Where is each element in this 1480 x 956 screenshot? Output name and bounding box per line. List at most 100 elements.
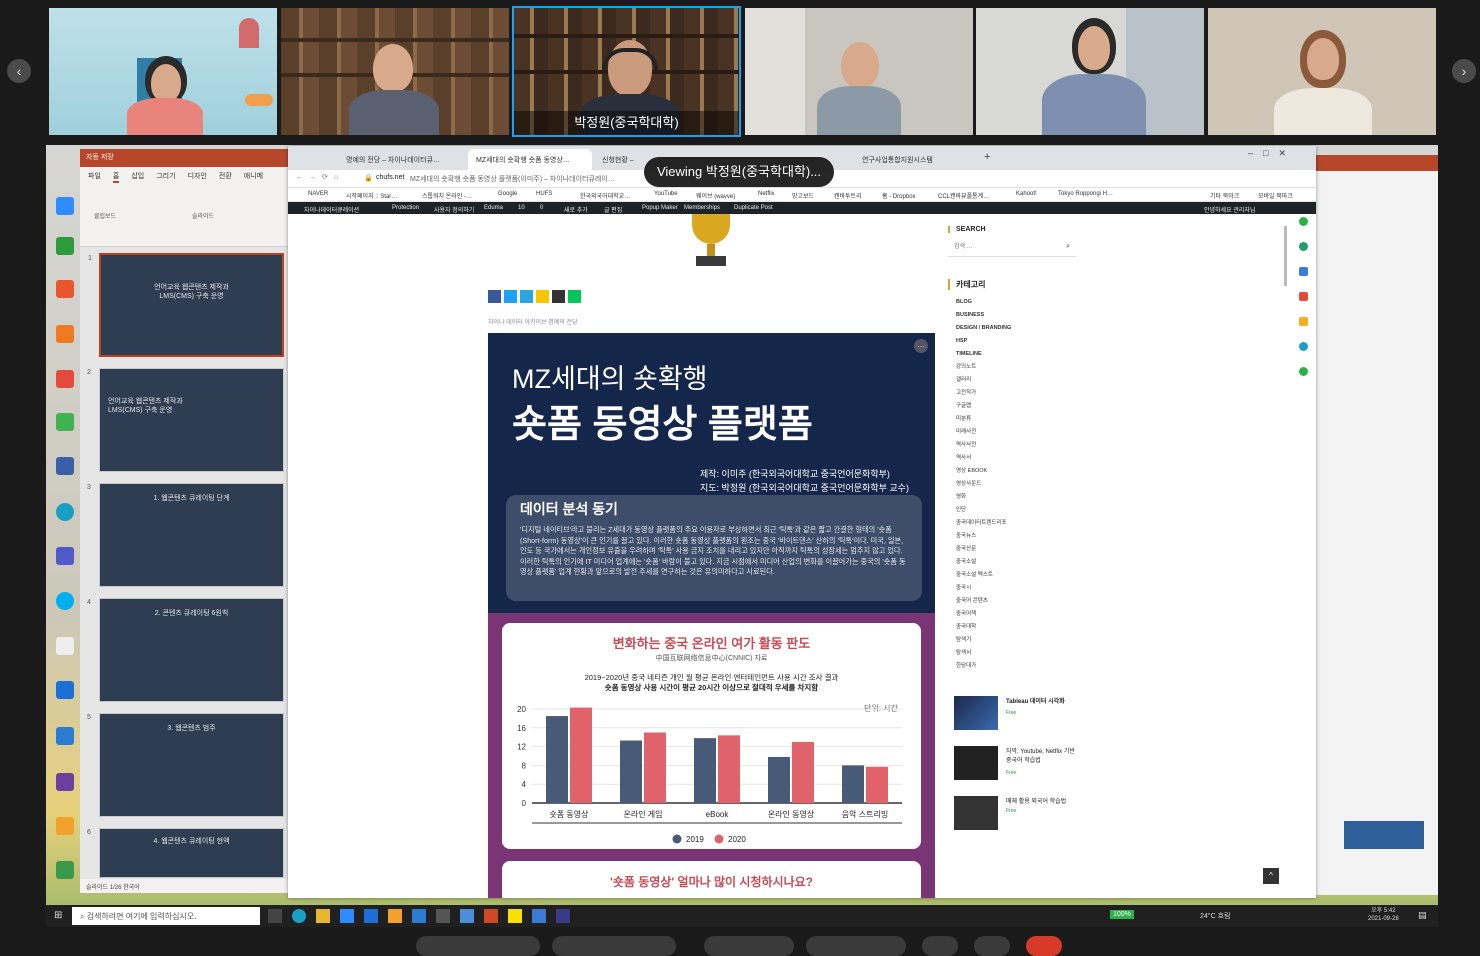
category-link[interactable]: 역사사전 [956, 439, 1084, 452]
category-link[interactable]: 고전작가 [956, 387, 1084, 400]
category-link[interactable]: DESIGN / BRANDING [956, 322, 1084, 335]
app-taskbar-icon[interactable] [388, 909, 402, 923]
ppt-slide-thumb[interactable]: 1 언어교육 웹콘텐츠 제작과 LMS(CMS) 구축 운영 [88, 253, 284, 357]
wp-item[interactable]: 차이나데이터큐레이션 [304, 205, 359, 214]
desktop-icon-app3[interactable] [46, 681, 84, 700]
desktop-icon-app2[interactable] [46, 370, 84, 389]
battery-indicator[interactable]: 100% [1110, 910, 1134, 919]
app-taskbar-icon[interactable] [436, 909, 450, 923]
mail-taskbar-icon[interactable] [412, 909, 426, 923]
bookmark-item[interactable]: Tokyo Roppongi H… [1058, 191, 1113, 197]
category-link[interactable]: 한당대가 [956, 660, 1084, 673]
category-link[interactable]: 갤러리 [956, 374, 1084, 387]
desktop-icon-4kvideo[interactable] [46, 413, 84, 432]
search-icon[interactable]: ⌕ [1066, 243, 1070, 251]
participant-tile-6[interactable] [1208, 8, 1436, 135]
wp-item[interactable]: 0 [540, 205, 543, 211]
zoom-control-button[interactable] [416, 936, 540, 956]
bookmark-item[interactable]: 시작페이지 :: Star… [346, 191, 397, 200]
desktop-icon-teams[interactable] [46, 547, 84, 566]
zoom-control-button[interactable] [922, 936, 958, 956]
ppt-slide-thumb[interactable]: 6 4. 웹콘텐츠 큐레이팅 현액 [87, 828, 284, 878]
bookmark-item[interactable]: 모바일 북마크 [1258, 191, 1293, 200]
participant-tile-1[interactable] [49, 8, 277, 135]
bookmark-item[interactable]: 기타 북마크 [1210, 191, 1239, 200]
bookmark-item[interactable]: YouTube [654, 191, 678, 197]
category-link[interactable]: 인단 [956, 504, 1084, 517]
ppt-tab-transition[interactable]: 전환 [219, 171, 232, 183]
ppt-tab-insert[interactable]: 삽입 [131, 171, 144, 183]
ppt-tab-home[interactable]: 홈 [112, 171, 120, 183]
ppt-tab-design[interactable]: 디자인 [188, 171, 207, 183]
category-link[interactable]: 영상 EBOOK [956, 465, 1084, 478]
notification-icon[interactable]: ▤ [1418, 910, 1427, 921]
participant-tile-2[interactable] [281, 8, 509, 135]
category-link[interactable]: 중국소설 [956, 556, 1084, 569]
ppt-tab-draw[interactable]: 그리기 [156, 171, 175, 183]
category-link[interactable]: BLOG [956, 296, 1084, 309]
ppt-tab-file[interactable]: 파일 [88, 171, 101, 183]
wp-item[interactable]: Memberships [684, 205, 720, 211]
edge-taskbar-icon[interactable] [292, 909, 306, 923]
wp-item[interactable]: 새로 추가 [564, 205, 588, 214]
ppt-tab-animation[interactable]: 애니메 [244, 171, 263, 183]
bookmark-item[interactable]: NAVER [308, 191, 328, 197]
desktop-icon-flipping[interactable] [46, 817, 84, 836]
powerpoint-taskbar-icon[interactable] [484, 909, 498, 923]
desktop-icon-camtasia[interactable] [46, 237, 84, 256]
zoom-control-button[interactable] [552, 936, 676, 956]
extension-icon[interactable] [1298, 267, 1308, 276]
kakao-share-icon[interactable] [536, 290, 549, 303]
sidebar-search-input[interactable] [948, 241, 1048, 253]
wp-item[interactable]: 안녕하세요 관리자님 [1204, 205, 1255, 214]
category-link[interactable]: BUSINESS [956, 309, 1084, 322]
category-link[interactable]: HSP [956, 335, 1084, 348]
facebook-share-icon[interactable] [488, 290, 501, 303]
category-link[interactable]: 중국어책 [956, 608, 1084, 621]
bookmark-item[interactable]: 망고보드 [792, 191, 814, 200]
zoom-control-button[interactable] [704, 936, 794, 956]
wp-item[interactable]: Popup Maker [642, 205, 678, 211]
zoom-taskbar-icon[interactable] [340, 909, 354, 923]
bookmark-item[interactable]: 한국외국어대학교… [580, 191, 630, 200]
participant-tile-active-speaker[interactable]: 박정원(중국학대학) [512, 6, 741, 137]
browser-tab-active[interactable]: MZ세대의 숏확행 숏폼 동영상… [468, 149, 592, 170]
category-link[interactable]: 영상사운드 [956, 478, 1084, 491]
bookmark-item[interactable]: 스톱워치 온라인 -… [422, 191, 472, 200]
prev-page-arrow-icon[interactable]: ‹ [7, 59, 31, 83]
windows-start-icon[interactable]: ⊞ [54, 910, 62, 921]
bookmark-item[interactable]: 홈 - Dropbox [882, 191, 916, 200]
wp-item[interactable]: 사용자 정의하기 [434, 205, 474, 214]
clock[interactable]: 오후 5:42 2021-09-28 [1368, 907, 1399, 923]
ppt-slide-thumb[interactable]: 5 3. 웹콘텐츠 범주 [87, 713, 284, 817]
zoom-control-button[interactable] [806, 936, 906, 956]
category-link[interactable]: 강의노트 [956, 361, 1084, 374]
category-link[interactable]: 탐색서 [956, 647, 1084, 660]
category-link[interactable]: 역사서 [956, 452, 1084, 465]
sms-share-icon[interactable] [552, 290, 565, 303]
category-link[interactable]: 미분류 [956, 413, 1084, 426]
desktop-icon-zoom[interactable] [46, 197, 84, 216]
naver-share-icon[interactable] [568, 290, 581, 303]
desktop-icon-edge[interactable] [46, 503, 84, 522]
wp-item[interactable]: Eduma [484, 205, 503, 211]
page-scrollbar[interactable] [1284, 226, 1287, 286]
app-taskbar-icon[interactable] [532, 909, 546, 923]
desktop-icon-skype[interactable] [46, 592, 84, 611]
category-link[interactable]: 탐색기 [956, 634, 1084, 647]
extension-icon[interactable] [1298, 292, 1308, 301]
app-taskbar-icon[interactable] [364, 909, 378, 923]
viewing-indicator[interactable]: Viewing 박정원(중국학대학)... [644, 157, 834, 187]
browser-tab[interactable]: 명예의 전당 – 차이나데이터큐… [338, 149, 466, 170]
desktop-icon-app4[interactable] [46, 727, 84, 746]
participant-tile-5[interactable] [976, 8, 1204, 135]
desktop-icon-sigil[interactable] [46, 637, 84, 656]
wp-item[interactable]: 글 편집 [604, 205, 622, 214]
window-controls[interactable]: –□✕ [1248, 148, 1296, 159]
desktop-icon-app[interactable] [46, 325, 84, 344]
desktop-icon-app5[interactable] [46, 861, 84, 880]
wp-item[interactable]: Protection [392, 205, 419, 211]
category-link[interactable]: 중국소설 텍스트 [956, 569, 1084, 582]
app-taskbar-icon[interactable] [460, 909, 474, 923]
category-link[interactable]: 미래사전 [956, 426, 1084, 439]
